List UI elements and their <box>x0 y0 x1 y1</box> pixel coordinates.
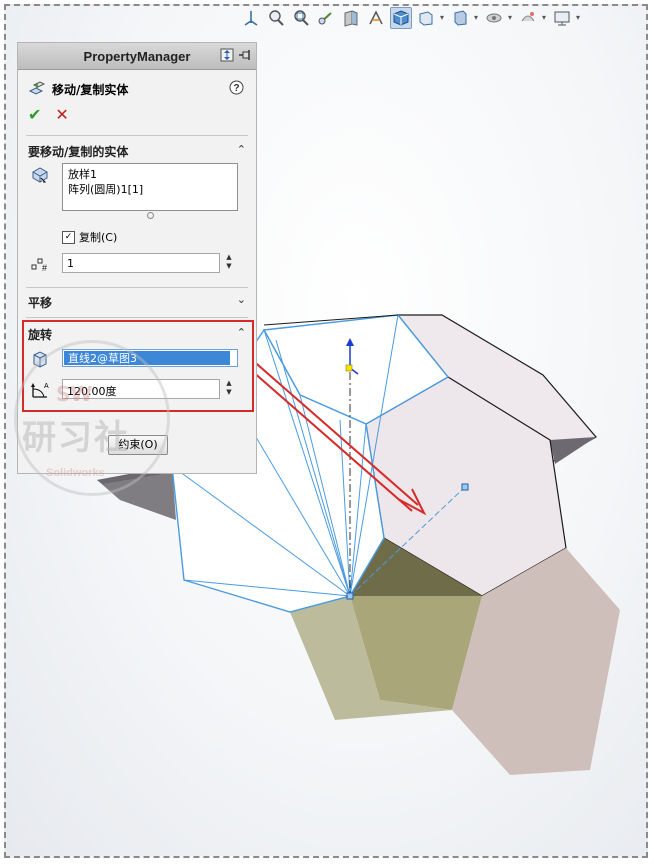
apply-scene-icon[interactable] <box>517 7 539 29</box>
copy-checkbox[interactable]: ✓ <box>62 230 75 244</box>
edit-appearance-caret-icon[interactable]: ▾ <box>508 7 514 29</box>
sketch-endpoint-top[interactable] <box>461 483 469 491</box>
right-wing-shadow <box>550 437 596 464</box>
bodies-selection-list[interactable]: 放样1 阵列(圆周)1[1] <box>62 163 238 211</box>
copy-checkbox-row[interactable]: ✓ 复制(C) <box>62 229 117 245</box>
translate-group-title[interactable]: 平移 <box>28 294 52 311</box>
hide-show-icon[interactable] <box>449 7 471 29</box>
bodies-group-collapse-icon[interactable]: ⌃ <box>237 143 246 156</box>
copy-count-stepper-icon[interactable]: ▲ ▼ <box>223 253 235 273</box>
view-cube-icon[interactable] <box>390 7 412 29</box>
list-resize-handle[interactable] <box>147 212 154 219</box>
svg-text:?: ? <box>233 83 239 94</box>
view-toolbar: ▾ ▾ ▾ ▾ ▾ <box>240 6 582 30</box>
list-item[interactable]: 阵列(圆周)1[1] <box>68 182 232 197</box>
divider <box>26 287 248 288</box>
translate-group-expand-icon[interactable]: ⌄ <box>237 293 246 306</box>
divider <box>26 135 248 136</box>
copy-count-icon: # <box>30 255 50 276</box>
solid-body-selection-icon <box>30 165 50 188</box>
view-settings-caret-icon[interactable]: ▾ <box>576 7 582 29</box>
view-settings-icon[interactable] <box>551 7 573 29</box>
bodies-group-title[interactable]: 要移动/复制的实体 <box>28 143 128 160</box>
help-icon[interactable]: ? <box>229 80 244 98</box>
list-item[interactable]: 放样1 <box>68 167 232 182</box>
zoom-area-icon[interactable] <box>290 7 312 29</box>
ok-check-icon[interactable]: ✔ <box>28 105 41 124</box>
expand-panel-icon[interactable] <box>220 48 234 65</box>
apply-scene-caret-icon[interactable]: ▾ <box>542 7 548 29</box>
copy-count-input[interactable]: 1 <box>62 253 220 273</box>
property-manager-header: PropertyManager <box>18 43 256 70</box>
feature-title-row: 移动/复制实体 <box>28 79 128 100</box>
display-style-caret-icon[interactable]: ▾ <box>440 7 446 29</box>
feature-title: 移动/复制实体 <box>52 83 129 97</box>
cancel-x-icon[interactable]: ✕ <box>55 105 68 124</box>
divider <box>26 317 248 318</box>
property-manager-title: PropertyManager <box>83 48 191 64</box>
view-orientation-icon[interactable] <box>240 7 262 29</box>
watermark-small-text: SW <box>56 382 93 406</box>
copy-checkbox-label: 复制(C) <box>79 231 118 244</box>
ok-cancel-row: ✔ ✕ <box>28 105 69 124</box>
move-copy-body-icon <box>28 79 46 100</box>
edit-appearance-icon[interactable] <box>483 7 505 29</box>
watermark-text: 研习社 <box>22 418 130 458</box>
sketch-endpoint-origin[interactable] <box>346 592 354 600</box>
dynamic-annotation-icon[interactable] <box>365 7 387 29</box>
hide-show-caret-icon[interactable]: ▾ <box>474 7 480 29</box>
svg-text:#: # <box>42 263 47 273</box>
pin-icon[interactable] <box>238 48 252 65</box>
watermark-brand: Solidworks <box>46 467 105 479</box>
section-view-icon[interactable] <box>340 7 362 29</box>
previous-view-icon[interactable] <box>315 7 337 29</box>
display-style-icon[interactable] <box>415 7 437 29</box>
zoom-to-fit-icon[interactable] <box>265 7 287 29</box>
